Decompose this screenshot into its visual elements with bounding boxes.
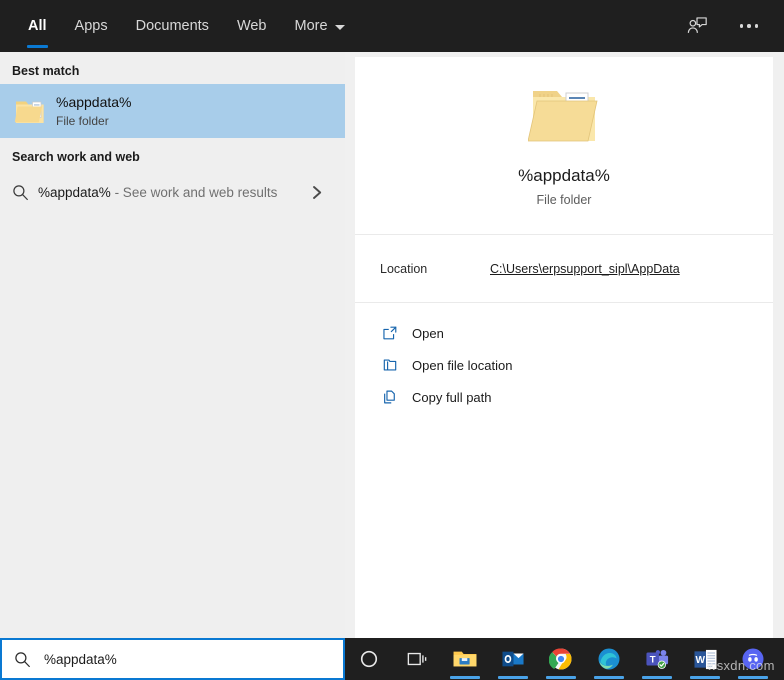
taskbar-task-view[interactable] [393,638,441,680]
location-row: Location C:\Users\erpsupport_sipl\AppDat… [355,235,773,303]
action-copy-full-path-label: Copy full path [412,390,492,405]
overflow-menu-button[interactable] [728,6,770,46]
best-match-heading: Best match [0,52,345,84]
running-indicator [450,676,480,679]
search-icon [14,651,44,668]
result-item-subtitle: File folder [56,113,132,129]
copy-icon [382,389,412,405]
tab-apps-label: Apps [75,18,108,34]
running-indicator [690,676,720,679]
results-panel: Best match %appdata% File folder S [0,52,345,638]
teams-icon: T [645,647,670,671]
action-open[interactable]: Open [355,317,773,349]
header-actions [676,0,784,52]
tab-apps[interactable]: Apps [61,0,122,52]
tab-all-label: All [28,18,47,34]
action-open-file-location[interactable]: Open file location [355,349,773,381]
tab-more-label: More [295,18,328,34]
chrome-icon [549,647,573,671]
taskbar-cortana[interactable] [345,638,393,680]
tab-bar: All Apps Documents Web More [0,0,359,52]
svg-text:W: W [695,654,705,665]
web-search-query: %appdata% [38,185,111,200]
task-view-icon [406,649,428,669]
action-open-file-location-label: Open file location [412,358,512,373]
person-feedback-icon [686,15,708,37]
chevron-down-icon [335,25,345,30]
running-indicator [498,676,528,679]
tab-all[interactable]: All [14,0,61,52]
taskbar-chrome[interactable] [537,638,585,680]
action-open-label: Open [412,326,444,341]
outlook-icon [501,648,525,670]
running-indicator [546,676,576,679]
svg-text:T: T [649,654,655,665]
preview-panel: %appdata% File folder Location C:\Users\… [355,57,773,638]
cortana-circle-icon [359,649,379,669]
folder-icon [10,91,50,131]
tab-active-underline [27,45,48,48]
action-list: Open Open file location [355,303,773,413]
preview-title: %appdata% [518,166,610,186]
windows-search-overlay: All Apps Documents Web More [0,0,784,680]
taskbar-outlook[interactable] [489,638,537,680]
discord-icon [741,647,765,671]
search-icon [12,184,38,201]
ellipsis-icon [740,24,759,28]
web-search-label: %appdata% - See work and web results [38,185,312,200]
preview-header: %appdata% File folder [355,57,773,235]
taskbar-file-explorer[interactable] [441,638,489,680]
taskbar: T W [345,638,784,680]
tab-web-label: Web [237,18,267,34]
search-box[interactable] [0,638,345,680]
taskbar-word[interactable]: W [681,638,729,680]
running-indicator [642,676,672,679]
tab-more[interactable]: More [281,0,359,52]
search-web-heading: Search work and web [0,138,345,170]
location-label: Location [380,262,490,276]
tab-documents-label: Documents [136,18,209,34]
tab-documents[interactable]: Documents [122,0,223,52]
result-item-best-match[interactable]: %appdata% File folder [0,84,345,138]
result-item-web-search[interactable]: %appdata% - See work and web results [0,170,345,214]
open-external-icon [382,325,412,341]
web-search-suffix: - See work and web results [111,185,278,200]
taskbar-teams[interactable]: T [633,638,681,680]
word-icon: W [693,648,718,671]
feedback-button[interactable] [676,6,718,46]
chevron-right-icon[interactable] [312,185,333,200]
running-indicator [738,676,768,679]
search-header: All Apps Documents Web More [0,0,784,52]
result-item-text: %appdata% File folder [56,94,132,129]
running-indicator [594,676,624,679]
action-copy-full-path[interactable]: Copy full path [355,381,773,413]
taskbar-discord[interactable] [729,638,777,680]
taskbar-edge[interactable] [585,638,633,680]
location-link[interactable]: C:\Users\erpsupport_sipl\AppData [490,262,680,276]
preview-subtitle: File folder [537,193,592,207]
search-input[interactable] [44,640,343,678]
edge-icon [597,647,621,671]
file-explorer-icon [452,648,478,670]
result-item-title: %appdata% [56,94,132,111]
open-file-location-icon [382,357,412,373]
tab-web[interactable]: Web [223,0,281,52]
open-folder-icon [528,85,600,152]
